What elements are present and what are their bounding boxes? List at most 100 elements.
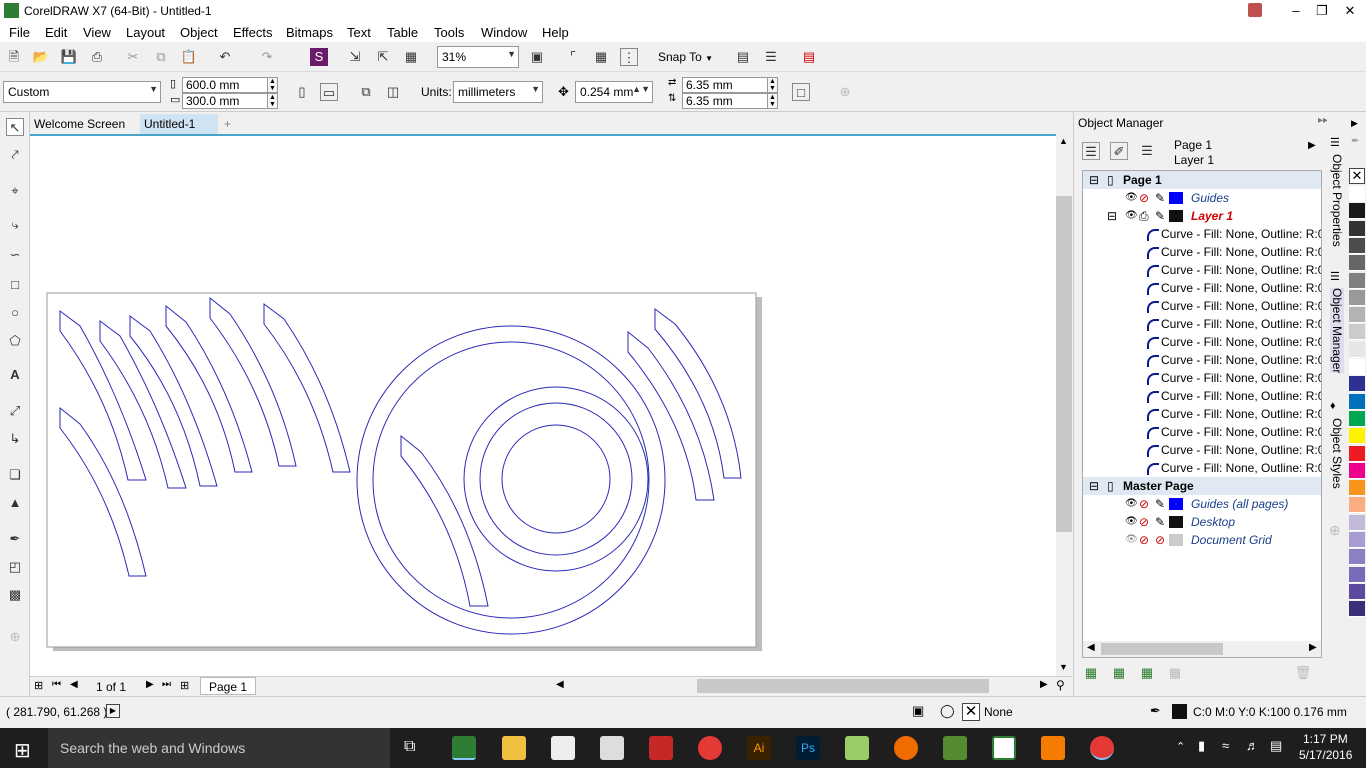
task-view-icon[interactable]: ⧉	[404, 738, 415, 756]
tree-horizontal-scrollbar[interactable]: ◀ ▶	[1083, 641, 1321, 657]
no-print-icon[interactable]: ⊘	[1139, 513, 1149, 531]
color-swatch[interactable]	[1349, 566, 1365, 583]
rectangle-tool-icon[interactable]: □	[6, 276, 24, 294]
new-master-layer-all-icon[interactable]: ▦	[1138, 664, 1156, 682]
new-document-icon[interactable]: 🗎	[5, 48, 23, 66]
tray-chevron-icon[interactable]: ⌃	[1176, 740, 1185, 753]
edit-pencil-icon[interactable]: ✎	[1155, 189, 1165, 207]
palette-scroll-up-icon[interactable]: ▶	[1351, 118, 1358, 129]
spin-arrows-icon[interactable]: ▲▼	[267, 94, 277, 108]
tree-curve-item[interactable]: Curve - Fill: None, Outline: R:0	[1083, 387, 1321, 405]
color-swatch[interactable]	[1349, 549, 1365, 566]
edit-pencil-icon[interactable]: ✎	[1155, 495, 1165, 513]
last-page-icon[interactable]: ⏭	[162, 679, 171, 690]
vlc-icon[interactable]	[1041, 736, 1065, 760]
all-pages-icon[interactable]: ⧉	[357, 83, 375, 101]
vertical-scrollbar[interactable]: ▲ ▼	[1056, 134, 1072, 676]
volume-icon[interactable]: ♬	[1246, 738, 1259, 753]
coreldraw-taskbar-icon[interactable]	[452, 736, 476, 760]
tree-document-grid[interactable]: 👁 ⊘ ⊘ Document Grid	[1083, 531, 1321, 549]
show-object-properties-icon[interactable]: ☰	[1082, 142, 1100, 160]
outline-color-swatch[interactable]	[1172, 704, 1187, 719]
tree-desktop[interactable]: 👁 ⊘ ✎ Desktop	[1083, 513, 1321, 531]
interactive-fill-tool-icon[interactable]: ◰	[6, 558, 24, 576]
menu-help[interactable]: Help	[542, 25, 569, 40]
docker-menu-arrow-icon[interactable]: ▶	[1308, 140, 1316, 151]
ellipse-tool-icon[interactable]: ○	[6, 304, 24, 322]
color-swatch[interactable]	[1349, 376, 1365, 393]
page-preset-select[interactable]: Custom ▼	[3, 81, 161, 103]
edit-across-layers-icon[interactable]: ✐	[1110, 142, 1128, 160]
taskbar-search-box[interactable]: Search the web and Windows	[48, 728, 390, 768]
tree-curve-item[interactable]: Curve - Fill: None, Outline: R:0	[1083, 405, 1321, 423]
color-swatch[interactable]	[1349, 289, 1365, 306]
tree-curve-item[interactable]: Curve - Fill: None, Outline: R:0	[1083, 369, 1321, 387]
tree-curve-item[interactable]: Curve - Fill: None, Outline: R:0	[1083, 441, 1321, 459]
copy-icon[interactable]: ⧉	[152, 48, 170, 66]
color-swatch[interactable]	[1349, 601, 1365, 618]
zoom-navigator-icon[interactable]: ⚲	[1056, 678, 1065, 692]
duplicate-y-field[interactable]: 6.35 mm ▲ ▼	[682, 93, 778, 109]
tree-curve-item[interactable]: Curve - Fill: None, Outline: R:0	[1083, 333, 1321, 351]
color-swatch[interactable]	[1349, 514, 1365, 531]
first-page-icon[interactable]: ⏮	[52, 679, 61, 690]
export-icon[interactable]: ⇱	[374, 48, 392, 66]
tab-welcome-screen[interactable]: Welcome Screen	[30, 114, 140, 134]
tree-curve-item[interactable]: Curve - Fill: None, Outline: R:0	[1083, 315, 1321, 333]
color-swatch[interactable]	[1349, 324, 1365, 341]
undo-icon[interactable]: ↶	[216, 48, 234, 66]
menu-effects[interactable]: Effects	[233, 25, 273, 40]
folder-app-icon[interactable]	[845, 736, 869, 760]
color-swatch[interactable]	[1349, 462, 1365, 479]
print-icon[interactable]: ⎙	[1139, 207, 1149, 225]
text-tool-icon[interactable]: A	[6, 366, 24, 384]
crop-tool-icon[interactable]: ⌖	[6, 182, 24, 200]
color-swatch[interactable]	[1349, 237, 1365, 254]
new-layer-icon[interactable]: ▦	[1082, 664, 1100, 682]
treat-as-filled-icon[interactable]: □	[792, 83, 810, 101]
duplicate-x-field[interactable]: 6.35 mm ▲ ▼	[682, 77, 778, 93]
tree-curve-item[interactable]: Curve - Fill: None, Outline: R:0	[1083, 459, 1321, 477]
welcome-screen-icon[interactable]: ▤	[734, 48, 752, 66]
color-swatch[interactable]	[1349, 410, 1365, 427]
menu-table[interactable]: Table	[387, 25, 418, 40]
application-launcher-icon[interactable]: ▤	[800, 48, 818, 66]
add-icon[interactable]: ⊕	[836, 83, 854, 101]
object-manager-tab-icon[interactable]: ☰	[1330, 270, 1340, 283]
menu-tools[interactable]: Tools	[434, 25, 464, 40]
save-icon[interactable]: 💾	[60, 48, 78, 66]
collapse-icon[interactable]: ⊟	[1089, 171, 1099, 189]
calculator-icon[interactable]	[600, 736, 624, 760]
add-page-after-icon[interactable]: ⊞	[180, 679, 189, 692]
clock-time[interactable]: 1:17 PM	[1303, 732, 1348, 746]
tree-page-1[interactable]: ⊟ ▯ Page 1	[1083, 171, 1321, 189]
chrome-2-icon[interactable]	[1090, 736, 1114, 760]
tree-guides-all-pages[interactable]: 👁 ⊘ ✎ Guides (all pages)	[1083, 495, 1321, 513]
edit-pencil-icon[interactable]: ✎	[1155, 207, 1165, 225]
menu-edit[interactable]: Edit	[45, 25, 67, 40]
file-explorer-icon[interactable]	[502, 736, 526, 760]
fill-bucket-icon[interactable]: ◯	[940, 703, 955, 719]
menu-view[interactable]: View	[83, 25, 111, 40]
new-master-layer-odd-icon[interactable]: ▦	[1166, 664, 1184, 682]
menu-text[interactable]: Text	[347, 25, 371, 40]
nudge-distance-field[interactable]: 0.254 mm ▲▼	[575, 81, 653, 103]
add-tool-icon[interactable]: ⊕	[6, 628, 24, 646]
menu-bitmaps[interactable]: Bitmaps	[286, 25, 333, 40]
pick-tool-icon[interactable]: ↖	[6, 118, 24, 136]
spin-arrows-icon[interactable]: ▲▼	[767, 94, 777, 108]
eyedropper-tool-icon[interactable]: ✒	[6, 530, 24, 548]
units-select[interactable]: millimeters ▼	[453, 81, 543, 103]
new-master-layer-icon[interactable]: ▦	[1110, 664, 1128, 682]
tree-curve-item[interactable]: Curve - Fill: None, Outline: R:0	[1083, 351, 1321, 369]
palette-flyout-icon[interactable]: ✒	[1351, 136, 1359, 147]
no-print-icon[interactable]: ⊘	[1139, 189, 1149, 207]
options-icon[interactable]: ☰	[762, 48, 780, 66]
color-swatch[interactable]	[1349, 186, 1365, 202]
open-icon[interactable]: 📂	[32, 48, 50, 66]
scroll-down-icon[interactable]: ▼	[1059, 662, 1068, 672]
color-swatch[interactable]	[1349, 255, 1365, 272]
scroll-up-icon[interactable]: ▲	[1059, 136, 1068, 146]
close-button[interactable]: ✕	[1334, 0, 1366, 22]
full-screen-preview-icon[interactable]: ▣	[528, 48, 546, 66]
